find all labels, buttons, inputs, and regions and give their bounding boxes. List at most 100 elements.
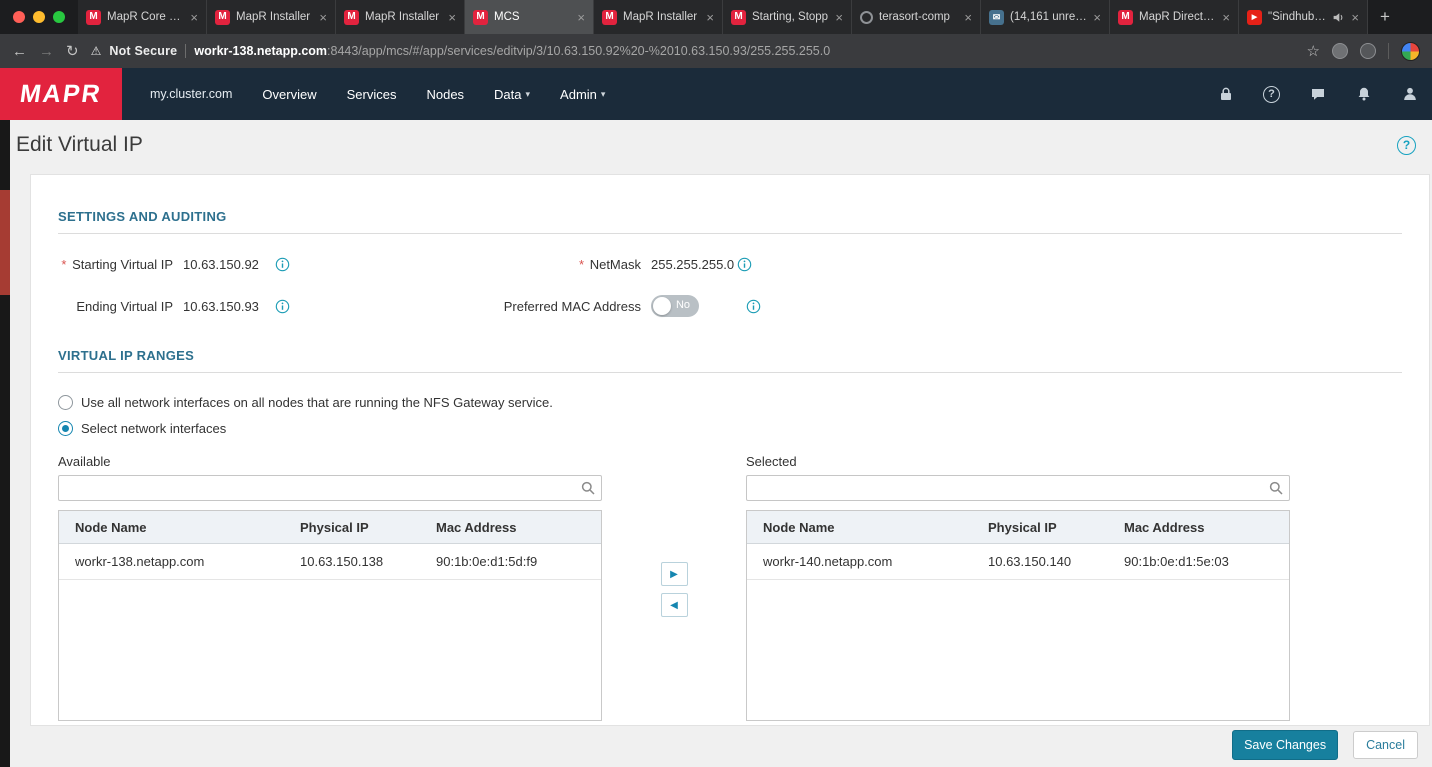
cluster-name[interactable]: my.cluster.com — [150, 87, 232, 101]
preferred-mac-toggle[interactable]: No — [651, 295, 699, 317]
window-controls — [0, 0, 78, 34]
radio-select-interfaces[interactable]: Select network interfaces — [58, 421, 1402, 436]
url-host: workr-138.netapp.com — [194, 44, 327, 58]
radio-select-label: Select network interfaces — [81, 421, 226, 436]
search-icon — [1268, 480, 1284, 496]
zoom-window-button[interactable] — [53, 11, 65, 23]
netmask-label: * NetMask — [290, 257, 641, 272]
mcs-page: Edit Virtual IP ? SETTINGS AND AUDITING … — [10, 120, 1432, 767]
netmask-value: 255.255.255.0 — [651, 257, 731, 272]
available-title: Available — [58, 454, 602, 469]
minimize-window-button[interactable] — [33, 11, 45, 23]
browser-profile-avatar[interactable] — [1401, 42, 1420, 61]
tab-close-icon[interactable]: × — [706, 11, 714, 24]
tab-label: MapR Direct Ac — [1139, 11, 1216, 23]
available-search-input[interactable] — [58, 475, 602, 501]
tab-close-icon[interactable]: × — [190, 11, 198, 24]
selected-search-input[interactable] — [746, 475, 1290, 501]
selected-title: Selected — [746, 454, 1290, 469]
selected-panel: Selected Node Name Physical IP Mac Addre… — [746, 454, 1290, 721]
form-footer-actions: Save Changes Cancel — [1232, 730, 1418, 760]
nav-nodes[interactable]: Nodes — [426, 87, 464, 102]
browser-tab-strip: M MapR Core Upg × M MapR Installer × M M… — [0, 0, 1432, 34]
preferred-mac-label: Preferred MAC Address — [290, 299, 641, 314]
browser-tab-mapr-installer-3[interactable]: M MapR Installer × — [594, 0, 723, 34]
info-icon[interactable] — [746, 299, 761, 314]
cell-node-name: workr-140.netapp.com — [747, 554, 988, 569]
chevron-down-icon: ▾ — [526, 89, 531, 100]
starting-vip-value: 10.63.150.92 — [183, 257, 269, 272]
forward-button[interactable]: → — [39, 44, 54, 59]
reload-button[interactable]: ↻ — [66, 44, 79, 59]
tab-close-icon[interactable]: × — [1222, 11, 1230, 24]
mapr-favicon: M — [1118, 10, 1133, 25]
info-icon[interactable] — [737, 257, 752, 272]
tab-close-icon[interactable]: × — [448, 11, 456, 24]
tab-close-icon[interactable]: × — [964, 11, 972, 24]
nav-overview[interactable]: Overview — [262, 87, 316, 102]
interface-transfer-widget: Available Node Name Physical IP Mac Addr… — [58, 454, 1402, 721]
ending-vip-label: Ending Virtual IP — [58, 299, 173, 314]
tab-close-icon[interactable]: × — [835, 11, 843, 24]
not-secure-warning-icon: ⚠ — [91, 44, 102, 58]
chat-icon[interactable] — [1309, 86, 1326, 103]
toggle-knob — [653, 297, 671, 315]
omnibox-divider — [185, 44, 186, 58]
tab-close-icon[interactable]: × — [577, 11, 585, 24]
new-tab-button[interactable]: + — [1368, 0, 1402, 34]
radio-use-all-interfaces[interactable]: Use all network interfaces on all nodes … — [58, 395, 1402, 410]
bell-icon[interactable] — [1355, 86, 1372, 103]
tab-close-icon[interactable]: × — [319, 11, 327, 24]
bookmark-star-icon[interactable]: ☆ — [1307, 42, 1320, 60]
browser-tab-mapr-installer-2[interactable]: M MapR Installer × — [336, 0, 465, 34]
toolbar-divider — [1388, 43, 1389, 59]
save-changes-button[interactable]: Save Changes — [1232, 730, 1338, 760]
nav-data-dropdown[interactable]: Data▾ — [494, 87, 530, 102]
search-icon — [580, 480, 596, 496]
mapr-logo[interactable]: MAPR — [0, 68, 122, 120]
tab-close-icon[interactable]: × — [1093, 11, 1101, 24]
move-right-button[interactable]: ▶ — [661, 562, 688, 586]
url-path: :8443/app/mcs/#/app/services/editvip/3/1… — [327, 44, 830, 58]
browser-tab-mail-unread[interactable]: ✉ (14,161 unread) × — [981, 0, 1110, 34]
page-help-icon[interactable]: ? — [1397, 136, 1416, 155]
tab-label: MCS — [494, 11, 571, 23]
move-left-button[interactable]: ◀ — [661, 593, 688, 617]
ending-vip-value: 10.63.150.93 — [183, 299, 269, 314]
selected-table-row[interactable]: workr-140.netapp.com 10.63.150.140 90:1b… — [747, 544, 1289, 580]
starting-vip-label: * Starting Virtual IP — [58, 257, 173, 272]
browser-tab-youtube-sindhubaa[interactable]: ▶ "Sindhubaa × — [1239, 0, 1368, 34]
extension-icon[interactable] — [1360, 43, 1376, 59]
available-table-row[interactable]: workr-138.netapp.com 10.63.150.138 90:1b… — [59, 544, 601, 580]
tab-audio-icon[interactable] — [1332, 11, 1345, 24]
user-icon[interactable] — [1401, 86, 1418, 103]
nav-admin-dropdown[interactable]: Admin▾ — [560, 87, 605, 102]
browser-tab-mapr-direct-access[interactable]: M MapR Direct Ac × — [1110, 0, 1239, 34]
available-panel: Available Node Name Physical IP Mac Addr… — [58, 454, 602, 721]
info-icon[interactable] — [275, 299, 290, 314]
selected-search — [746, 475, 1290, 501]
cancel-button[interactable]: Cancel — [1353, 731, 1418, 759]
column-header-mac-address: Mac Address — [436, 520, 601, 535]
mail-favicon: ✉ — [989, 10, 1004, 25]
close-window-button[interactable] — [13, 11, 25, 23]
url-field[interactable]: ⚠ Not Secure workr-138.netapp.com:8443/a… — [91, 44, 1295, 58]
lock-icon[interactable] — [1217, 86, 1234, 103]
extension-icon[interactable] — [1332, 43, 1348, 59]
back-button[interactable]: ← — [12, 44, 27, 59]
info-icon[interactable] — [275, 257, 290, 272]
browser-tab-mapr-installer-1[interactable]: M MapR Installer × — [207, 0, 336, 34]
required-marker: * — [579, 257, 584, 272]
cell-mac-address: 90:1b:0e:d1:5d:f9 — [436, 554, 601, 569]
tab-label: Starting, Stopp — [752, 11, 829, 23]
browser-tab-mapr-core-upgrade[interactable]: M MapR Core Upg × — [78, 0, 207, 34]
browser-tab-terasort[interactable]: terasort-comp × — [852, 0, 981, 34]
browser-tab-mcs-active[interactable]: M MCS × — [465, 0, 594, 34]
mapr-favicon: M — [344, 10, 359, 25]
tab-label: MapR Installer — [236, 11, 313, 23]
tab-close-icon[interactable]: × — [1351, 11, 1359, 24]
help-icon[interactable]: ? — [1263, 86, 1280, 103]
globe-favicon — [860, 11, 873, 24]
browser-tab-starting-stopping[interactable]: M Starting, Stopp × — [723, 0, 852, 34]
nav-services[interactable]: Services — [347, 87, 397, 102]
